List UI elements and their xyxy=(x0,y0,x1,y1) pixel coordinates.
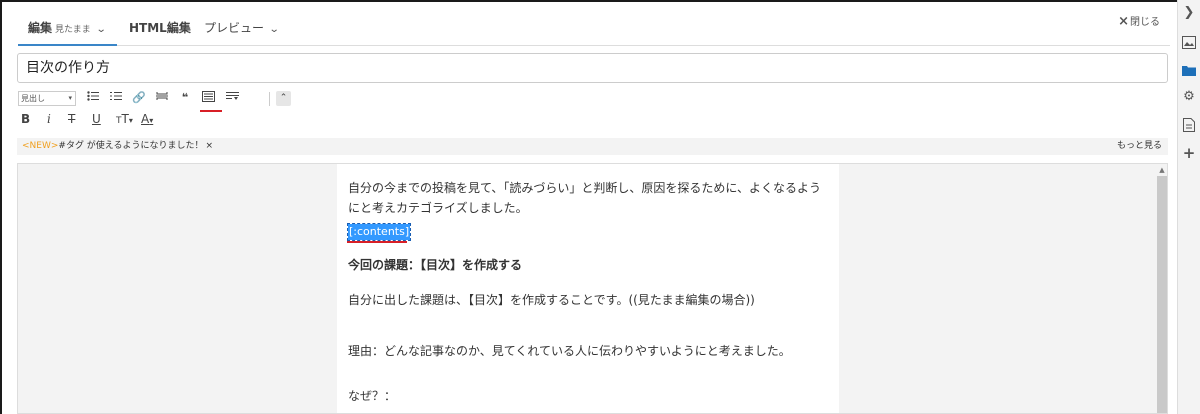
tab-edit-label: 編集 xyxy=(28,21,53,35)
chevron-down-icon: ⌄ xyxy=(95,24,107,35)
font-size-button[interactable]: TT▾ xyxy=(116,112,133,129)
scroll-up-arrow[interactable]: ▲ xyxy=(1158,166,1166,174)
image-icon[interactable] xyxy=(1182,36,1196,50)
font-color-label: A xyxy=(141,112,150,126)
document-icon[interactable] xyxy=(1182,118,1196,132)
link-icon[interactable]: 🔗 xyxy=(132,91,146,105)
heading-select-value: 見出し xyxy=(21,94,45,103)
notice-bar: <NEW>#タグ が使えるようになりました！ × もっと見る xyxy=(17,138,1168,155)
see-more-link[interactable]: もっと見る xyxy=(1117,138,1162,155)
dismiss-notice-button[interactable]: × xyxy=(206,141,214,151)
paragraph-task: 自分に出した課題は、【目次】を作成することです。((見たまま編集の場合)) xyxy=(348,293,755,307)
close-label: 閉じる xyxy=(1130,17,1160,28)
toolbar-row-1: 見出し ▾ 🔗 ❝ ⌃ xyxy=(18,91,918,107)
heading-select[interactable]: 見出し ▾ xyxy=(18,91,76,106)
editor-area[interactable]: 自分の今までの投稿を見て、「読みづらい」と判断し、原因を探るために、よくなるよう… xyxy=(17,163,1168,414)
bold-button[interactable]: B xyxy=(21,112,30,127)
tab-html-edit[interactable]: HTML編集 xyxy=(129,12,191,45)
contents-highlight-underline xyxy=(347,241,407,243)
folder-icon[interactable] xyxy=(1182,64,1196,78)
tab-preview[interactable]: プレビュー ⌄ xyxy=(204,12,280,45)
quote-icon[interactable]: ❝ xyxy=(178,91,192,105)
chevron-up-icon: ⌃ xyxy=(279,93,288,103)
window-left-border xyxy=(0,0,2,414)
editor-page[interactable]: 自分の今までの投稿を見て、「読みづらい」と判断し、原因を探るために、よくなるよう… xyxy=(337,164,839,413)
horizontal-rule-icon[interactable] xyxy=(155,91,169,105)
font-color-button[interactable]: A▾ xyxy=(141,112,153,128)
collapse-toolbar-button[interactable]: ⌃ xyxy=(276,91,291,106)
caret-down-icon: ▾ xyxy=(149,116,154,125)
paragraph-why: なぜ？： xyxy=(348,389,397,403)
right-sidebar: ❯ ⚙ + xyxy=(1177,0,1200,414)
paragraph-reason: 理由：どんな記事なのか、見てくれている人に伝わりやすいようにと考えました。 xyxy=(348,344,791,358)
caret-down-icon: ▾ xyxy=(128,116,133,125)
vertical-scrollbar[interactable] xyxy=(1157,176,1167,413)
editor-tabs: 編集 見たまま ⌄ HTML編集 プレビュー ⌄ xyxy=(17,12,1170,46)
new-tag: <NEW> xyxy=(22,141,59,151)
table-of-contents-icon[interactable] xyxy=(201,91,215,105)
font-size-label: T xyxy=(121,112,129,126)
paragraph-contents: [:contents] xyxy=(346,221,828,241)
title-input[interactable]: 目次の作り方 xyxy=(17,53,1168,83)
contents-tag[interactable]: [:contents] xyxy=(346,223,412,241)
window-top-border xyxy=(0,0,1200,2)
toolbar-separator xyxy=(269,92,270,106)
more-insert-icon[interactable] xyxy=(225,91,239,105)
close-icon: × xyxy=(1118,14,1129,29)
toolbar-row-2: B i T U TT▾ A▾ xyxy=(18,112,918,128)
plus-icon[interactable]: + xyxy=(1182,146,1196,161)
paragraph-intro: 自分の今までの投稿を見て、「読みづらい」と判断し、原因を探るために、よくなるよう… xyxy=(348,181,822,215)
tab-edit[interactable]: 編集 見たまま ⌄ xyxy=(17,12,118,46)
numbered-list-icon[interactable] xyxy=(109,91,123,105)
caret-down-icon: ▾ xyxy=(68,94,72,102)
close-button[interactable]: ×閉じる xyxy=(1118,13,1160,29)
strikethrough-button[interactable]: T xyxy=(68,112,75,127)
notice-message[interactable]: #タグ が使えるようになりました！ xyxy=(58,141,203,151)
tab-edit-mode: 見たまま xyxy=(55,25,91,35)
chevron-right-icon[interactable]: ❯ xyxy=(1182,6,1196,20)
bullet-list-icon[interactable] xyxy=(86,91,100,105)
italic-button[interactable]: i xyxy=(47,112,51,127)
underline-button[interactable]: U xyxy=(92,112,101,127)
gear-icon[interactable]: ⚙ xyxy=(1182,90,1196,104)
chevron-down-icon: ⌄ xyxy=(268,24,280,35)
tab-preview-label: プレビュー xyxy=(204,21,265,35)
paragraph-heading: 今回の課題：【目次】を作成する xyxy=(348,258,523,272)
